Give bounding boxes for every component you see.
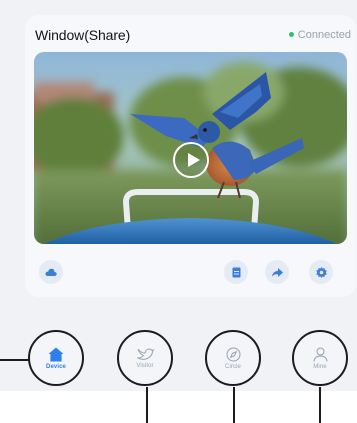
tab-label-device: Device	[46, 363, 66, 370]
device-card[interactable]: Window(Share) Connected	[25, 15, 356, 297]
share-arrow-icon	[271, 267, 283, 277]
status-dot-icon	[288, 31, 294, 37]
bottom-tab-bar: Device Visitor Circle Mine	[0, 330, 357, 390]
bottom-strip	[0, 391, 357, 423]
connection-status: Connected	[288, 29, 351, 41]
home-icon	[48, 347, 64, 361]
live-video-preview[interactable]	[34, 52, 347, 244]
tab-label-mine: Mine	[313, 363, 327, 370]
tab-circle[interactable]: Circle	[205, 330, 261, 386]
card-header: Window(Share) Connected	[35, 27, 351, 45]
callout-line-circle	[233, 387, 235, 423]
play-icon[interactable]	[173, 142, 209, 178]
compass-icon	[226, 347, 240, 361]
connection-status-label: Connected	[297, 29, 351, 41]
device-title: Window(Share)	[35, 27, 131, 43]
tab-label-visitor: Visitor	[136, 363, 154, 369]
document-icon	[232, 267, 240, 277]
tab-mine[interactable]: Mine	[292, 330, 348, 386]
tab-visitor[interactable]: Visitor	[117, 330, 173, 386]
tab-device[interactable]: Device	[28, 330, 84, 386]
settings-button[interactable]	[309, 260, 333, 284]
bird-icon	[136, 348, 154, 360]
cloud-icon	[45, 268, 57, 276]
share-button[interactable]	[265, 260, 289, 284]
user-icon	[313, 347, 327, 362]
callout-line-mine	[319, 387, 321, 423]
gear-icon	[315, 266, 327, 278]
app-screen: Window(Share) Connected Device Visitor C…	[0, 0, 357, 423]
tab-label-circle: Circle	[225, 363, 241, 370]
recordings-button[interactable]	[224, 260, 248, 284]
callout-line-visitor	[146, 387, 148, 423]
cloud-storage-button[interactable]	[39, 260, 63, 284]
